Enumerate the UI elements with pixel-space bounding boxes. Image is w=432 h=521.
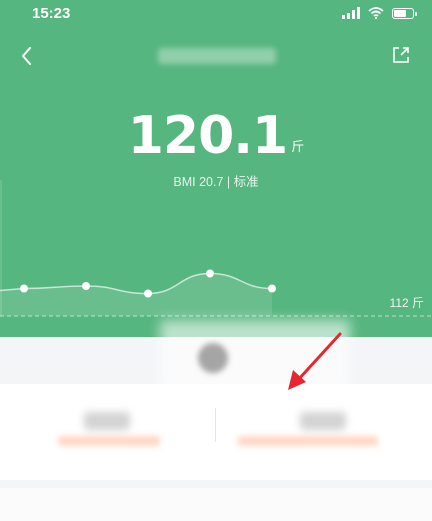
annotation-overlay	[288, 332, 342, 390]
annotation-arrow-shaft	[296, 332, 342, 382]
